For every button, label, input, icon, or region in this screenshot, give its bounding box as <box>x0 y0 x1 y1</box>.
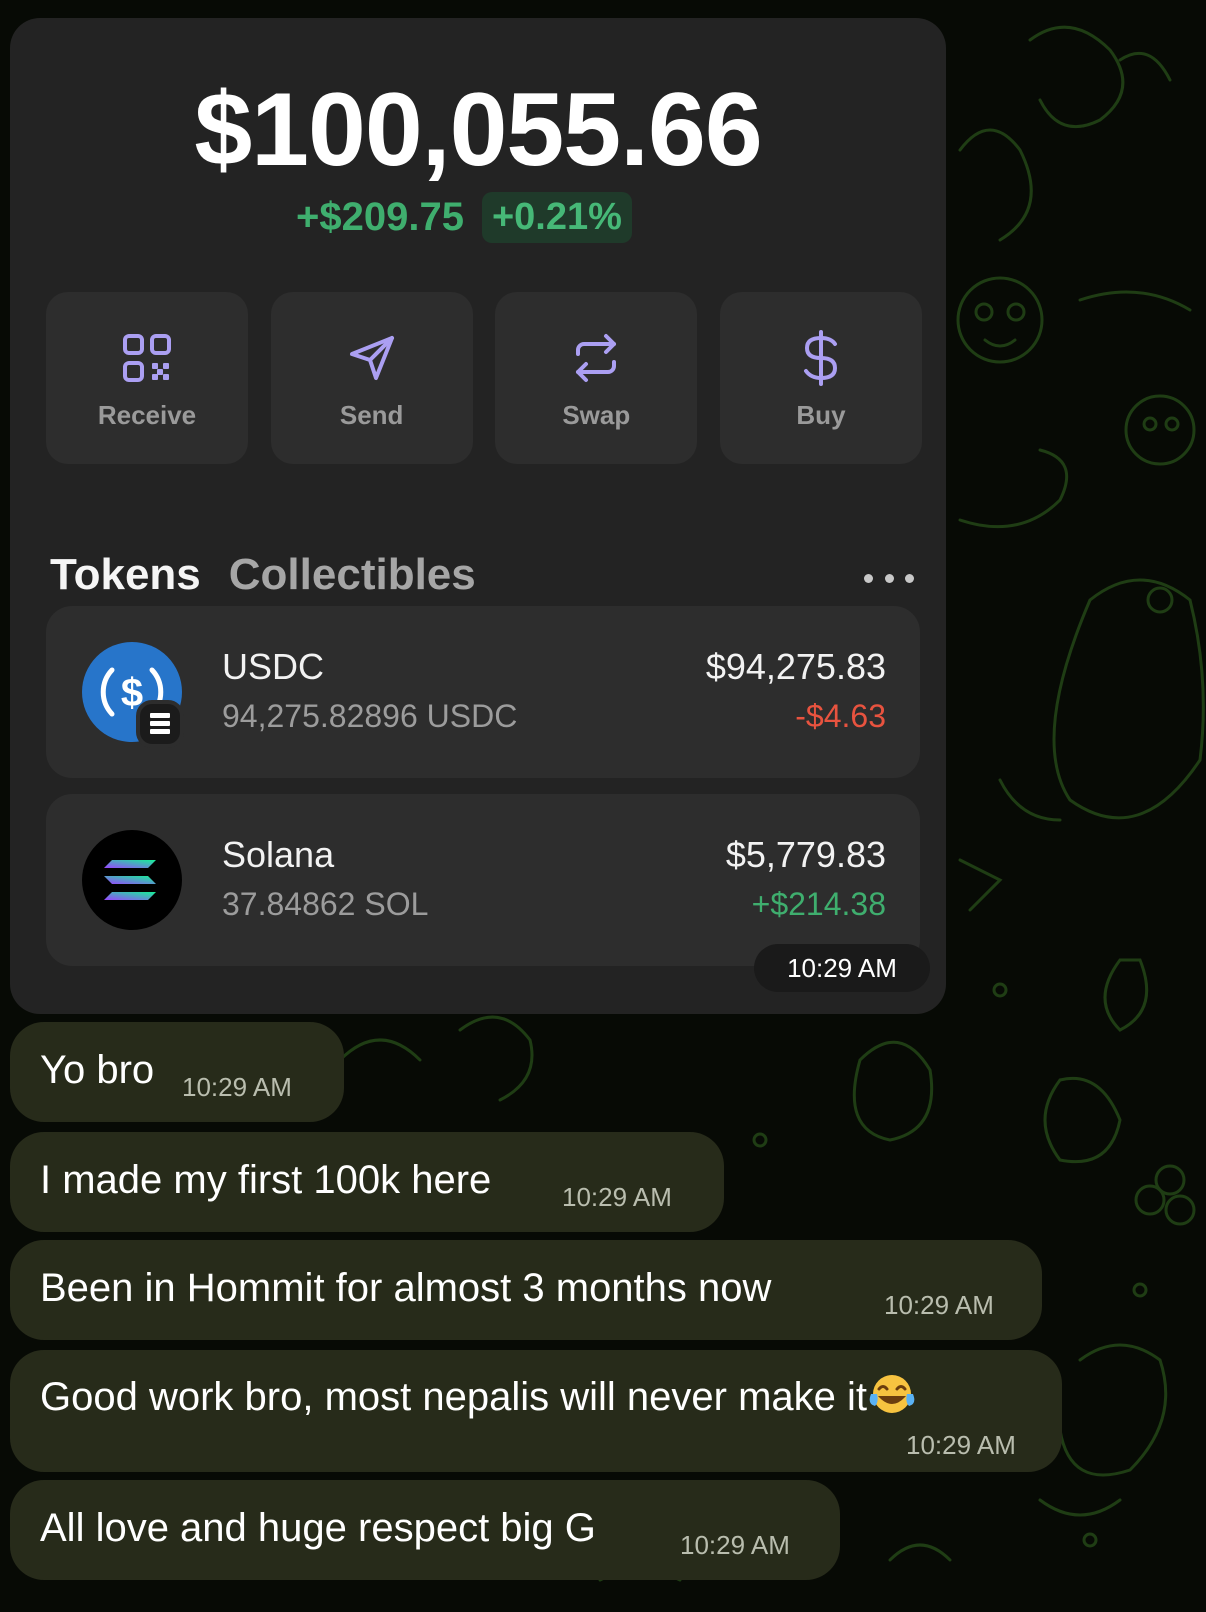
solana-icon <box>80 828 184 932</box>
receive-button[interactable]: Receive <box>46 292 248 464</box>
token-quantity: 94,275.82896 USDC <box>222 698 518 734</box>
swap-icon <box>568 330 624 386</box>
message-text: Been in Hommit for almost 3 months now <box>40 1266 772 1310</box>
message-text-content: Good work bro, most nepalis will never m… <box>40 1375 867 1419</box>
message-time: 10:29 AM <box>562 1182 672 1212</box>
buy-button[interactable]: Buy <box>719 292 922 464</box>
swap-label: Swap <box>562 400 631 430</box>
image-timestamp: 10:29 AM <box>754 944 930 992</box>
send-button[interactable]: Send <box>270 292 473 464</box>
message-time: 10:29 AM <box>884 1290 994 1320</box>
send-label: Send <box>339 400 404 430</box>
laughing-tears-emoji-icon <box>867 1372 917 1416</box>
tab-tokens[interactable]: Tokens <box>50 550 201 600</box>
token-name: USDC <box>222 646 325 687</box>
token-value: $5,779.83 <box>725 834 886 875</box>
action-buttons: Receive Send Swap Buy <box>46 292 922 464</box>
message-text: Good work bro, most nepalis will never m… <box>40 1372 917 1420</box>
message-text: I made my first 100k here <box>40 1158 492 1202</box>
message-bubble[interactable]: I made my first 100k here 10:29 AM <box>10 1132 724 1232</box>
qr-code-icon <box>119 330 175 386</box>
change-percent-badge: +0.21% <box>481 191 632 243</box>
token-value: $94,275.83 <box>705 646 886 687</box>
change-amount: +$209.75 <box>296 194 464 239</box>
token-change: +$214.38 <box>751 886 886 922</box>
message-bubble[interactable]: Yo bro 10:29 AM <box>10 1022 344 1122</box>
message-time: 10:29 AM <box>182 1072 292 1102</box>
message-text: Yo bro <box>40 1048 155 1092</box>
token-row-usdc[interactable]: $ USDC 94,275.82896 USDC $94,275.83 -$4.… <box>46 606 920 778</box>
asset-tabs: Tokens Collectibles <box>50 550 476 600</box>
send-icon <box>344 330 400 386</box>
tab-collectibles[interactable]: Collectibles <box>229 550 476 600</box>
wallet-screenshot-card: $100,055.66 +$209.75 +0.21% Receive Send… <box>10 18 946 1014</box>
message-text: All love and huge respect big G <box>40 1506 596 1550</box>
receive-label: Receive <box>97 400 197 430</box>
usdc-icon: $ <box>80 640 184 748</box>
token-quantity: 37.84862 SOL <box>222 886 429 922</box>
balance-change: +$209.75 +0.21% <box>296 190 632 244</box>
more-options-icon[interactable] <box>864 566 914 590</box>
message-bubble[interactable]: All love and huge respect big G 10:29 AM <box>10 1480 840 1580</box>
token-name: Solana <box>222 834 335 875</box>
buy-label: Buy <box>796 400 846 430</box>
token-change: -$4.63 <box>795 698 886 734</box>
message-bubble[interactable]: Been in Hommit for almost 3 months now 1… <box>10 1240 1042 1340</box>
swap-button[interactable]: Swap <box>495 292 698 464</box>
message-bubble[interactable]: Good work bro, most nepalis will never m… <box>10 1350 1062 1472</box>
dollar-icon <box>793 330 849 386</box>
token-row-solana[interactable]: Solana 37.84862 SOL $5,779.83 +$214.38 <box>46 794 920 966</box>
total-balance: $100,055.66 <box>194 72 762 188</box>
message-time: 10:29 AM <box>906 1430 1016 1460</box>
message-time: 10:29 AM <box>680 1530 790 1560</box>
